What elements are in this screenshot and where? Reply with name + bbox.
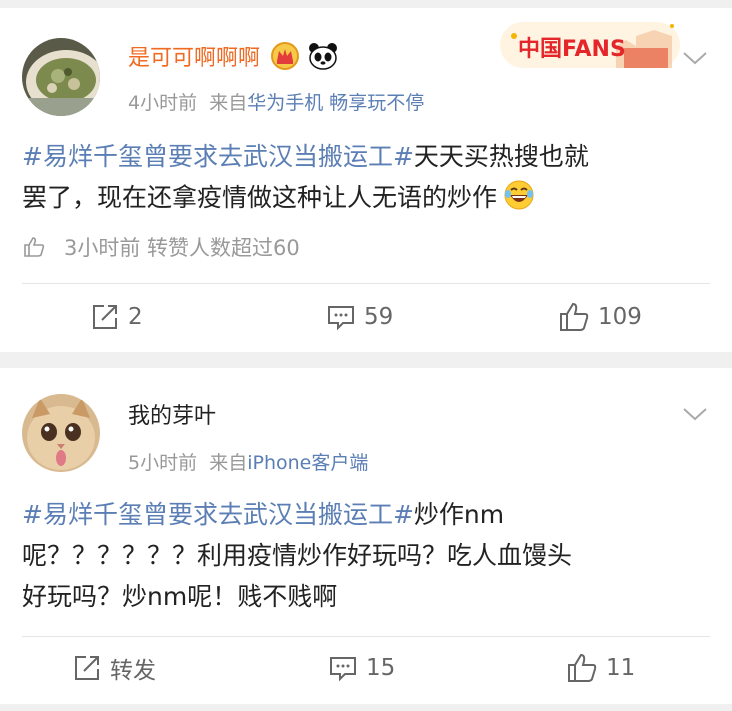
username[interactable]: 我的芽叶 xyxy=(128,402,216,432)
thumb-up-outline-icon xyxy=(22,235,46,266)
chevron-down-icon[interactable] xyxy=(680,404,710,424)
post-card-2: 我的芽叶 5小时前 来自iPhone客户端 #易烊千玺曾要求去武汉当搬运工#炒作… xyxy=(0,368,732,704)
like-button[interactable]: 11 xyxy=(566,651,635,685)
repost-icon xyxy=(93,305,117,329)
avatar[interactable] xyxy=(22,38,100,116)
source-link[interactable]: 华为手机 畅享玩不停 xyxy=(247,92,424,114)
post-body: #易烊千玺曾要求去武汉当搬运工#炒作nm 呢？？？？？？利用疫情炒作好玩吗？吃人… xyxy=(22,500,573,611)
repost-button[interactable]: 转发 xyxy=(72,651,156,685)
comment-button[interactable]: 59 xyxy=(326,300,393,334)
like-activity-line: 3小时前 转赞人数超过60 xyxy=(22,234,300,266)
post-card-1: 是可可啊啊啊 中国FANS 4小时前 来自华为手机 畅享玩不停 #易烊千玺曾要求… xyxy=(0,8,732,352)
crown-badge-icon xyxy=(271,42,300,79)
topic-link[interactable]: #易烊千玺曾要求去武汉当搬运工# xyxy=(22,142,414,171)
repost-icon xyxy=(75,656,99,680)
avatar[interactable] xyxy=(22,394,100,472)
thumb-up-icon xyxy=(560,302,589,331)
topic-link[interactable]: #易烊千玺曾要求去武汉当搬运工# xyxy=(22,500,414,529)
panda-icon xyxy=(308,42,338,79)
post-meta: 5小时前 来自iPhone客户端 xyxy=(128,452,369,474)
svg-text:中国FANS: 中国FANS xyxy=(518,37,626,62)
laugh-cry-emoji-icon xyxy=(503,179,535,211)
chevron-down-icon[interactable] xyxy=(680,48,710,68)
comment-icon xyxy=(328,306,354,331)
divider xyxy=(22,283,710,284)
thumb-up-icon xyxy=(568,653,597,682)
divider xyxy=(22,636,710,637)
post-meta: 4小时前 来自华为手机 畅享玩不停 xyxy=(128,92,425,114)
like-button[interactable]: 109 xyxy=(558,300,642,334)
repost-button[interactable]: 2 xyxy=(90,300,143,334)
china-fans-badge: 中国FANS xyxy=(496,16,684,74)
comment-icon xyxy=(330,657,356,682)
post-body: #易烊千玺曾要求去武汉当搬运工#天天买热搜也就 罢了，现在还拿疫情做这种让人无语… xyxy=(22,142,589,212)
comment-button[interactable]: 15 xyxy=(328,651,395,685)
username[interactable]: 是可可啊啊啊 xyxy=(128,42,338,79)
source-link[interactable]: iPhone客户端 xyxy=(247,452,368,474)
